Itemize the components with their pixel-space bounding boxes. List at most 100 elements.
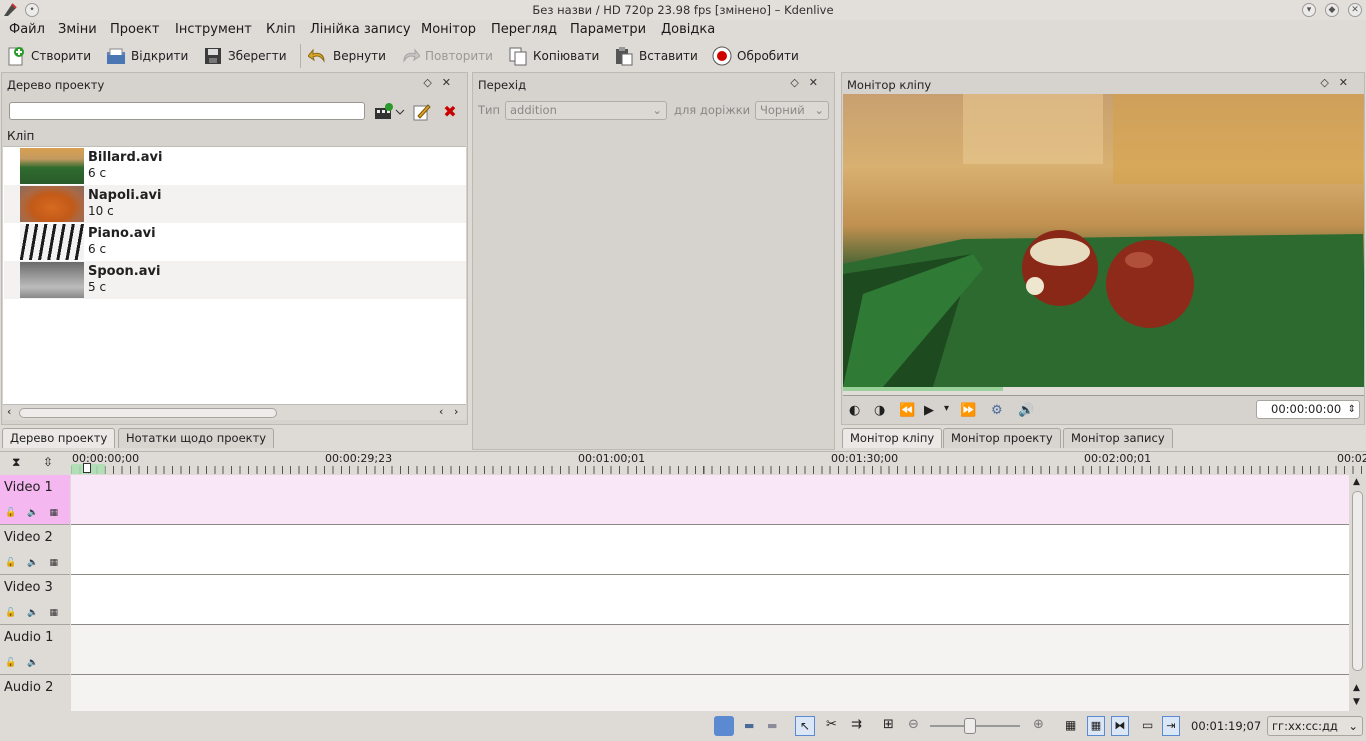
- tab-project-notes[interactable]: Нотатки щодо проекту: [118, 428, 275, 448]
- minimize-icon[interactable]: ▾: [1302, 3, 1316, 17]
- tab-record-monitor[interactable]: Монітор запису: [1063, 428, 1173, 448]
- project-search-input[interactable]: [9, 102, 365, 120]
- track-audio-2[interactable]: [71, 675, 1349, 712]
- scrollbar-thumb[interactable]: [1352, 491, 1363, 671]
- redo-button[interactable]: Повторити: [400, 44, 493, 68]
- dock-float-close-buttons[interactable]: ◇✕: [1320, 76, 1358, 89]
- menu-tool[interactable]: Інструмент: [175, 21, 252, 39]
- menu-view[interactable]: Перегляд: [491, 21, 557, 39]
- monitor-ruler[interactable]: [843, 387, 1364, 396]
- track-header-audio-2[interactable]: Audio 2: [0, 675, 70, 712]
- scroll-down-icon[interactable]: ▼: [1353, 697, 1360, 707]
- scroll-right-icon[interactable]: ›: [454, 405, 458, 418]
- edit-clip-icon[interactable]: [412, 102, 432, 122]
- add-clip-icon[interactable]: [374, 102, 406, 122]
- track-header-audio-1[interactable]: Audio 1 🔓 🔈: [0, 625, 70, 675]
- scroll-up-icon[interactable]: ▲: [1353, 683, 1360, 693]
- play-icon[interactable]: ▶: [924, 403, 934, 418]
- lock-icon[interactable]: 🔓: [5, 508, 16, 518]
- mute-icon[interactable]: 🔈: [27, 508, 38, 518]
- volume-icon[interactable]: 🔊: [1018, 403, 1034, 418]
- overwrite-mode-icon[interactable]: ▬: [744, 719, 754, 732]
- tab-project-tree[interactable]: Дерево проекту: [2, 428, 116, 448]
- maximize-icon[interactable]: ◆: [1325, 3, 1339, 17]
- set-zone-start-icon[interactable]: ◐: [849, 403, 860, 418]
- settings-icon[interactable]: ⚙: [991, 403, 1003, 418]
- menu-settings[interactable]: Параметри: [570, 21, 646, 39]
- rewind-icon[interactable]: ⏪: [899, 403, 915, 418]
- expand-tracks-icon[interactable]: ⇳: [43, 455, 53, 469]
- list-item[interactable]: Napoli.avi 10 с: [4, 185, 466, 223]
- snap-icon[interactable]: ▭: [1142, 718, 1153, 732]
- menu-project[interactable]: Проект: [110, 21, 159, 39]
- open-button[interactable]: Відкрити: [106, 44, 188, 68]
- close-icon[interactable]: ✕: [1348, 3, 1362, 17]
- playhead-handle[interactable]: [83, 463, 91, 473]
- audio-thumbnails-icon[interactable]: ▦: [1087, 716, 1105, 736]
- show-markers-icon[interactable]: ⧓: [1111, 716, 1129, 736]
- forward-icon[interactable]: ⏩: [960, 403, 976, 418]
- collapse-tracks-icon[interactable]: ⧗: [12, 455, 20, 470]
- horizontal-scrollbar[interactable]: ‹ ‹ ›: [3, 404, 466, 420]
- tab-project-monitor[interactable]: Монітор проекту: [943, 428, 1061, 448]
- list-item[interactable]: Billard.avi 6 с: [4, 147, 466, 185]
- menu-monitor[interactable]: Монітор: [421, 21, 476, 39]
- transition-track-select[interactable]: Чорний ⌄: [755, 101, 829, 120]
- paste-button[interactable]: Вставити: [614, 44, 698, 68]
- track-audio-1[interactable]: [71, 625, 1349, 675]
- timeline-ruler[interactable]: 00:00:00;00 00:00:29;23 00:01:00;01 00:0…: [71, 452, 1366, 474]
- set-zone-end-icon[interactable]: ◑: [874, 403, 885, 418]
- tab-clip-monitor[interactable]: Монітор кліпу: [842, 428, 943, 448]
- render-button[interactable]: Обробити: [712, 44, 799, 68]
- razor-tool-icon[interactable]: ✂: [826, 717, 837, 732]
- scroll-up-icon[interactable]: ▲: [1353, 477, 1360, 487]
- track-header-video-3[interactable]: Video 3 🔓 🔈 ▦: [0, 575, 70, 625]
- lock-icon[interactable]: 🔓: [5, 658, 16, 668]
- save-button[interactable]: Зберегти: [203, 44, 287, 68]
- video-toggle-icon[interactable]: ▦: [49, 558, 58, 568]
- video-toggle-icon[interactable]: ▦: [49, 508, 58, 518]
- menu-clip[interactable]: Кліп: [266, 21, 296, 39]
- zoom-in-icon[interactable]: ⊕: [1033, 717, 1044, 732]
- track-header-video-2[interactable]: Video 2 🔓 🔈 ▦: [0, 525, 70, 575]
- mute-icon[interactable]: 🔈: [27, 558, 38, 568]
- chevron-down-icon[interactable]: ▾: [944, 403, 949, 414]
- video-thumbnails-icon[interactable]: ▦: [1065, 718, 1076, 732]
- fit-zoom-icon[interactable]: ⊞: [883, 717, 894, 732]
- menu-timeline[interactable]: Лінійка запису: [310, 21, 411, 39]
- scroll-left-icon[interactable]: ‹: [7, 405, 11, 418]
- track-video-3[interactable]: [71, 575, 1349, 625]
- delete-clip-icon[interactable]: ✖: [440, 102, 460, 122]
- split-audio-icon[interactable]: ⇥: [1162, 716, 1180, 736]
- track-video-2[interactable]: [71, 525, 1349, 575]
- menu-help[interactable]: Довідка: [661, 21, 715, 39]
- spacer-tool-icon[interactable]: ⇉: [851, 717, 862, 732]
- mute-icon[interactable]: 🔈: [27, 658, 38, 668]
- lock-icon[interactable]: 🔓: [5, 608, 16, 618]
- copy-button[interactable]: Копіювати: [508, 44, 599, 68]
- insert-mode-icon[interactable]: ▬: [767, 719, 777, 732]
- lock-icon[interactable]: 🔓: [5, 558, 16, 568]
- dock-float-close-buttons[interactable]: ◇✕: [790, 76, 828, 89]
- menu-edit[interactable]: Зміни: [58, 21, 97, 39]
- zoom-slider-handle[interactable]: [964, 718, 976, 734]
- scroll-left-icon[interactable]: ‹: [439, 405, 443, 418]
- track-video-1[interactable]: [71, 475, 1349, 525]
- scrollbar-thumb[interactable]: [19, 408, 277, 418]
- undo-button[interactable]: Вернути: [307, 44, 386, 68]
- list-item[interactable]: Spoon.avi 5 с: [4, 261, 466, 299]
- zoom-out-icon[interactable]: ⊖: [908, 717, 919, 732]
- spinner-icon[interactable]: ⇕: [1348, 401, 1356, 418]
- window-menu-icon[interactable]: •: [25, 3, 39, 17]
- monitor-timecode-input[interactable]: 00:00:00:00 ⇕: [1256, 400, 1360, 419]
- transition-type-select[interactable]: addition ⌄: [505, 101, 667, 120]
- list-item[interactable]: Piano.avi 6 с: [4, 223, 466, 261]
- normal-mode-icon[interactable]: [714, 716, 734, 736]
- dock-float-close-buttons[interactable]: ◇✕: [423, 76, 461, 89]
- timecode-format-select[interactable]: гг:хх:сс:дд ⌄: [1267, 716, 1363, 736]
- mute-icon[interactable]: 🔈: [27, 608, 38, 618]
- track-header-video-1[interactable]: Video 1 🔓 🔈 ▦: [0, 475, 70, 525]
- menu-file[interactable]: Файл: [9, 21, 45, 39]
- vertical-scrollbar[interactable]: ▲ ▲ ▼: [1350, 475, 1365, 712]
- selection-tool-icon[interactable]: ↖: [795, 716, 815, 736]
